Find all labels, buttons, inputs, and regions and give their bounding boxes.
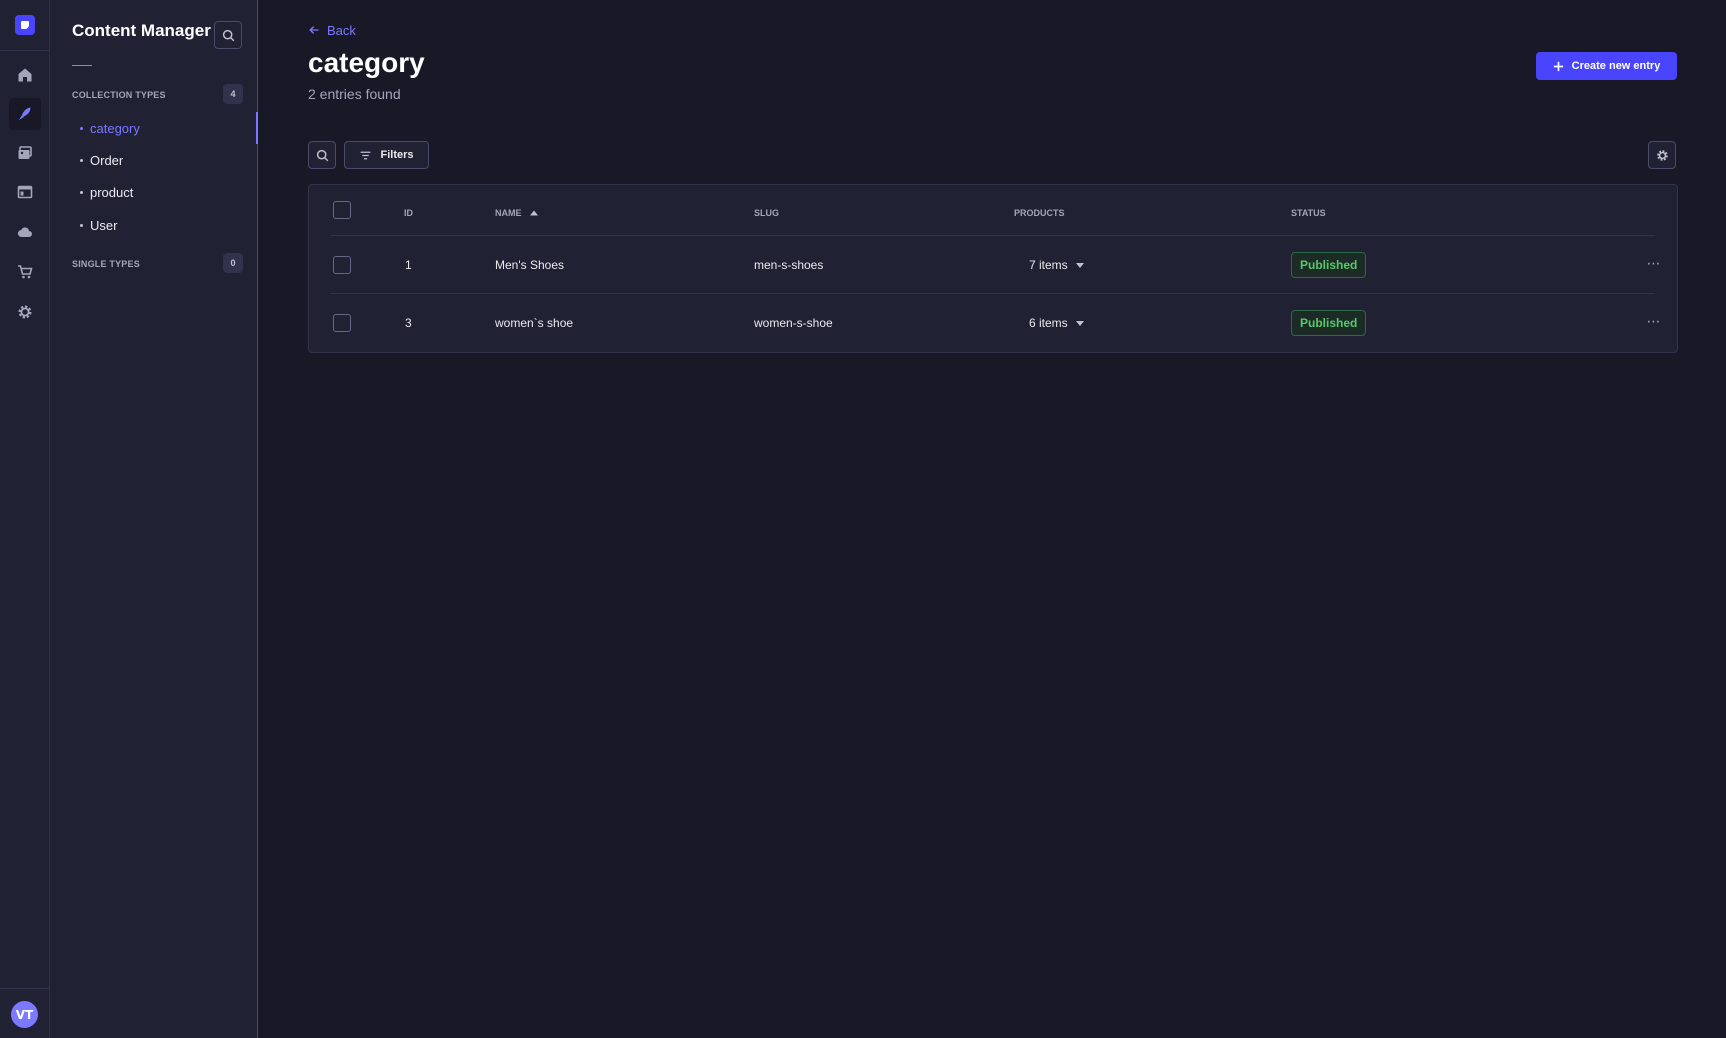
subnav-item-order[interactable]: Order — [72, 146, 258, 174]
rail-divider — [0, 988, 50, 989]
cell-id: 3 — [405, 316, 412, 330]
arrow-left-icon — [309, 26, 319, 34]
status-badge: Published — [1291, 252, 1367, 278]
subnav-item-product[interactable]: product — [72, 178, 258, 206]
column-header-name[interactable]: NAME — [495, 205, 540, 221]
bullet-icon — [80, 223, 83, 227]
cell-slug: men-s-shoes — [754, 258, 824, 272]
collection-types-count: 4 — [223, 84, 243, 104]
search-icon — [316, 149, 328, 161]
create-button-label: Create new entry — [1571, 60, 1661, 72]
gear-icon — [1656, 149, 1668, 161]
entries-count: 2 entries found — [308, 86, 401, 102]
page-title: category — [308, 47, 425, 78]
cell-name: women`s shoe — [495, 316, 574, 330]
subnav-divider — [72, 65, 92, 66]
cell-name: Men's Shoes — [495, 258, 564, 272]
filters-label: Filters — [380, 149, 414, 161]
cell-id: 1 — [405, 258, 412, 272]
settings-icon[interactable] — [9, 296, 41, 328]
app-logo[interactable] — [15, 15, 35, 35]
collection-types-heading[interactable]: COLLECTION TYPES — [72, 90, 166, 100]
create-new-entry-button[interactable]: Create new entry — [1536, 52, 1677, 80]
subnav-item-label: product — [90, 184, 134, 200]
select-all-checkbox[interactable] — [333, 201, 351, 219]
home-icon[interactable] — [9, 59, 41, 91]
table-row[interactable]: 3 women`s shoe women-s-shoe 6 items Publ… — [309, 294, 1677, 352]
column-header-products[interactable]: PRODUCTS — [1014, 205, 1065, 221]
subnav-item-user[interactable]: User — [72, 211, 258, 239]
filter-icon — [361, 151, 371, 159]
cell-products: 6 items — [1029, 316, 1068, 330]
cloud-icon[interactable] — [9, 216, 41, 248]
more-actions-icon[interactable]: ⋯ — [1644, 312, 1664, 332]
main-content: Back category 2 entries found Create new… — [258, 0, 1726, 1038]
filters-button[interactable]: Filters — [344, 141, 429, 169]
column-header-slug[interactable]: SLUG — [754, 205, 779, 221]
column-header-id[interactable]: ID — [404, 205, 413, 221]
user-avatar[interactable]: VT — [11, 1001, 38, 1028]
single-types-count: 0 — [223, 253, 243, 273]
subnav-item-category[interactable]: category — [72, 114, 258, 142]
content-type-builder-icon[interactable] — [9, 176, 41, 208]
rail-divider — [0, 50, 50, 51]
subnav-search-button[interactable] — [214, 21, 242, 49]
sort-ascending-icon — [529, 210, 538, 216]
status-badge: Published — [1291, 310, 1367, 336]
main-nav-rail: VT — [0, 0, 50, 1038]
caret-down-icon — [1075, 320, 1084, 326]
cart-icon[interactable] — [9, 256, 41, 288]
back-link[interactable]: Back — [308, 20, 356, 40]
content-manager-subnav: Content Manager COLLECTION TYPES 4 categ… — [50, 0, 258, 1038]
entries-table: ID NAME SLUG PRODUCTS STATUS 1 Men's Sho… — [308, 184, 1678, 353]
bullet-icon — [80, 158, 83, 162]
plus-icon — [1553, 61, 1563, 71]
caret-down-icon — [1075, 262, 1084, 268]
column-header-label: NAME — [495, 208, 522, 218]
products-relation-dropdown[interactable]: 7 items — [1029, 255, 1084, 275]
bullet-icon — [80, 190, 83, 194]
column-header-status[interactable]: STATUS — [1291, 205, 1326, 221]
back-label: Back — [327, 22, 356, 38]
subnav-item-label: category — [90, 120, 140, 136]
table-row[interactable]: 1 Men's Shoes men-s-shoes 7 items Publis… — [309, 236, 1677, 294]
subnav-item-label: User — [90, 217, 118, 233]
media-library-icon[interactable] — [9, 137, 41, 169]
cell-slug: women-s-shoe — [754, 316, 833, 330]
row-checkbox[interactable] — [333, 256, 351, 274]
search-button[interactable] — [308, 141, 336, 169]
more-actions-icon[interactable]: ⋯ — [1644, 254, 1664, 274]
view-settings-button[interactable] — [1648, 141, 1676, 169]
subnav-title: Content Manager — [72, 21, 211, 40]
row-checkbox[interactable] — [333, 314, 351, 332]
content-manager-icon[interactable] — [9, 98, 41, 130]
products-relation-dropdown[interactable]: 6 items — [1029, 313, 1084, 333]
search-icon — [222, 29, 234, 41]
subnav-item-label: Order — [90, 152, 124, 168]
cell-products: 7 items — [1029, 258, 1068, 272]
single-types-heading[interactable]: SINGLE TYPES — [72, 259, 140, 269]
bullet-icon — [80, 126, 83, 130]
